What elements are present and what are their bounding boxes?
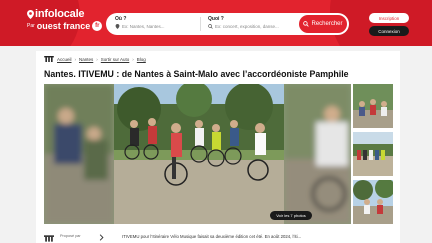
breadcrumb-home[interactable]: Accueil	[57, 57, 72, 62]
home-icon	[44, 56, 54, 62]
login-button[interactable]: Connexion	[369, 26, 409, 36]
search-divider	[200, 17, 201, 31]
article-intro: ITIVEMU pour l’Itinéraire Vélo Musique f…	[122, 234, 302, 239]
site-header: infolocale Par ouest france fr Où ? Ex: …	[0, 0, 432, 46]
view-all-photos-button[interactable]: Voir les 7 photos	[270, 211, 312, 220]
what-input[interactable]: Ex: concert, exposition, danse...	[215, 24, 279, 29]
logo-badge: fr	[92, 21, 103, 31]
breadcrumb-category[interactable]: Sortir sur Auto	[101, 57, 130, 62]
thumbnail[interactable]	[353, 84, 393, 128]
search-icon	[208, 24, 213, 29]
main-photo	[44, 84, 351, 224]
page-title: Nantes. ITIVEMU : de Nantes à Saint-Malo…	[44, 69, 349, 79]
where-label: Où ?	[115, 16, 127, 22]
breadcrumb-city[interactable]: Nantes	[79, 57, 93, 62]
thumbnail[interactable]	[353, 180, 393, 224]
chevron-right-icon: ›	[96, 56, 98, 62]
breadcrumb-blog[interactable]: Blog	[137, 57, 146, 62]
logo-brand: infolocale	[35, 8, 85, 20]
chevron-right-icon: ›	[132, 56, 134, 62]
search-button-label: Rechercher	[311, 21, 343, 27]
logo-owner: ouest france	[36, 21, 91, 31]
article-footer: Proposé par ITIVEMU pour l’Itinéraire Vé…	[44, 233, 394, 243]
map-pin-icon	[115, 24, 120, 29]
map-pin-icon	[27, 9, 34, 19]
proposed-by-label: Proposé par	[60, 234, 81, 238]
article-card: Accueil › Nantes › Sortir sur Auto › Blo…	[36, 51, 400, 243]
site-logo[interactable]: infolocale Par ouest france fr	[27, 8, 103, 31]
where-field[interactable]: Où ? Ex: Nantes, Nantes...	[115, 16, 165, 29]
search-button[interactable]: Rechercher	[299, 15, 347, 33]
logo-par: Par	[27, 23, 35, 29]
signup-button[interactable]: Inscription	[369, 13, 409, 23]
thumbnail-strip	[353, 84, 393, 228]
chevron-right-icon: ›	[74, 56, 77, 62]
what-label: Quoi ?	[208, 16, 224, 22]
chevron-right-icon[interactable]	[99, 234, 104, 241]
photo-gallery[interactable]	[44, 84, 351, 224]
breadcrumb: Accueil › Nantes › Sortir sur Auto › Blo…	[44, 56, 146, 62]
what-field[interactable]: Quoi ? Ex: concert, exposition, danse...	[208, 16, 279, 29]
search-icon	[303, 21, 310, 27]
search-bar: Où ? Ex: Nantes, Nantes... Quoi ? Ex: co…	[106, 13, 349, 35]
author-logo-icon	[44, 235, 54, 242]
thumbnail[interactable]	[353, 132, 393, 176]
where-input[interactable]: Ex: Nantes, Nantes...	[122, 24, 165, 29]
